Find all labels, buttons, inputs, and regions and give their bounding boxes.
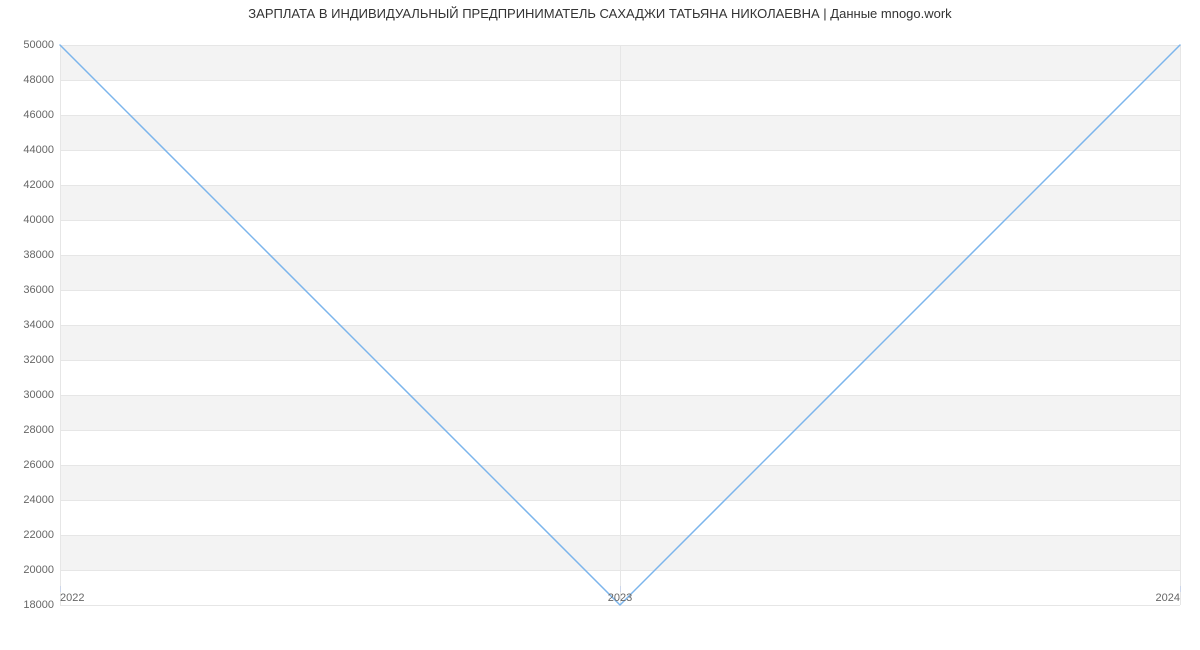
y-tick-label: 38000	[4, 249, 54, 261]
x-tick	[1180, 586, 1181, 592]
y-tick-label: 34000	[4, 319, 54, 331]
y-tick-label: 46000	[4, 109, 54, 121]
series-line	[60, 45, 1180, 605]
y-tick-label: 24000	[4, 494, 54, 506]
y-tick-label: 28000	[4, 424, 54, 436]
y-tick-label: 30000	[4, 389, 54, 401]
y-tick-label: 44000	[4, 144, 54, 156]
y-tick-label: 42000	[4, 179, 54, 191]
y-tick-label: 48000	[4, 74, 54, 86]
y-tick-label: 26000	[4, 459, 54, 471]
y-tick-label: 18000	[4, 599, 54, 611]
y-tick-label: 22000	[4, 529, 54, 541]
y-tick-label: 20000	[4, 564, 54, 576]
y-tick-label: 32000	[4, 354, 54, 366]
plot-area: 2022 2023 2024	[60, 45, 1180, 606]
x-axis: 2022 2023 2024	[60, 586, 1180, 606]
x-tick-label: 2023	[608, 592, 632, 604]
x-tick-label: 2022	[60, 592, 84, 604]
y-tick-label: 50000	[4, 39, 54, 51]
chart-container: ЗАРПЛАТА В ИНДИВИДУАЛЬНЫЙ ПРЕДПРИНИМАТЕЛ…	[0, 0, 1200, 650]
x-gridline	[1180, 45, 1181, 605]
y-tick-label: 40000	[4, 214, 54, 226]
x-tick-label: 2024	[1156, 592, 1180, 604]
chart-title: ЗАРПЛАТА В ИНДИВИДУАЛЬНЫЙ ПРЕДПРИНИМАТЕЛ…	[0, 6, 1200, 21]
y-tick-label: 36000	[4, 284, 54, 296]
line-series-layer	[60, 45, 1180, 605]
